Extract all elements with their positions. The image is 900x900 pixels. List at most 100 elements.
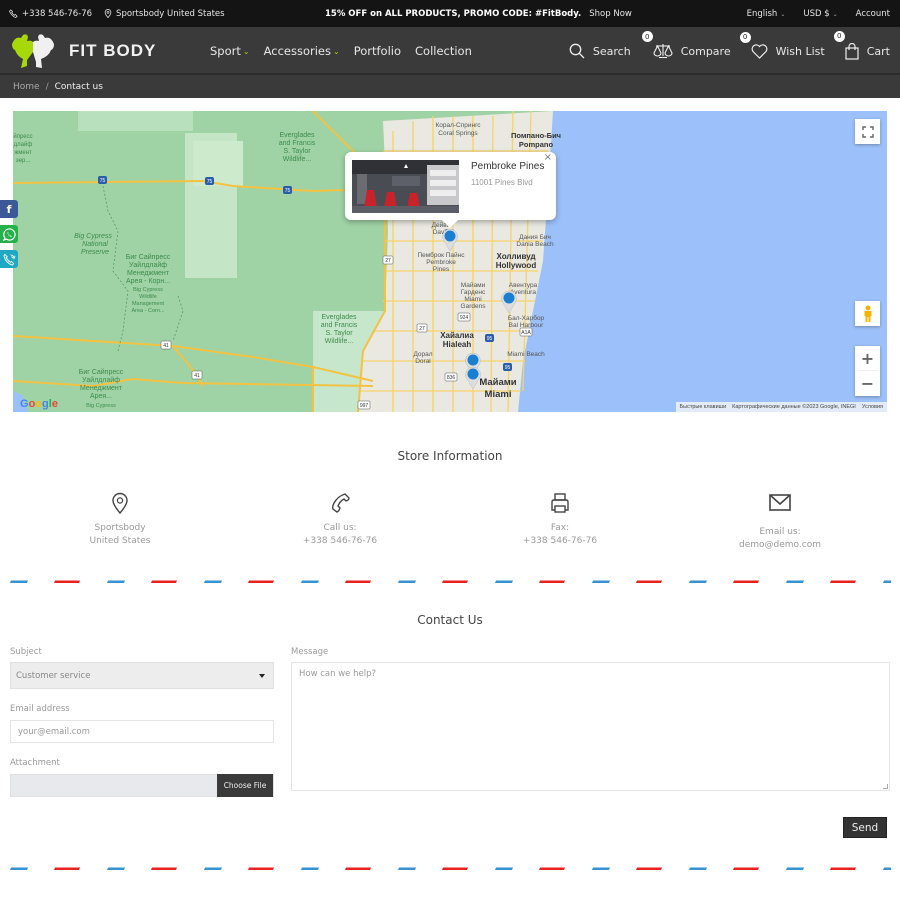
street-view-pegman[interactable] (855, 301, 880, 326)
terms-link[interactable]: Условия (862, 404, 883, 410)
airmail-dash-blue (786, 580, 804, 583)
nav-item-collection[interactable]: Collection (415, 44, 472, 58)
whatsapp-button[interactable] (0, 225, 18, 243)
topbar-phone-text: +338 546-76-76 (22, 8, 93, 19)
breadcrumb: Home / Contact us (0, 75, 900, 98)
shop-now-link[interactable]: Shop Now (589, 9, 632, 19)
shopping-bag-icon (845, 42, 859, 60)
promo-text: 15% OFF on ALL PRODUCTS, PROMO CODE: #Fi… (325, 8, 582, 19)
map-marker[interactable] (441, 228, 459, 252)
svg-text:Miami Beach: Miami Beach (507, 351, 545, 358)
svg-text:and Francis: and Francis (321, 322, 358, 329)
svg-text:Big Cypress: Big Cypress (86, 403, 116, 409)
nav-item-accessories[interactable]: Accessories ⌄ (264, 44, 340, 58)
svg-text:Area - Corn...: Area - Corn... (131, 308, 164, 314)
svg-text:95: 95 (505, 365, 511, 371)
svg-text:длайф: длайф (14, 141, 33, 148)
compare-label: Compare (680, 44, 731, 58)
currency-selector[interactable]: USD $ ⌄ (803, 9, 837, 19)
airmail-dash-red (442, 867, 468, 870)
logo[interactable]: FIT BODY (9, 32, 156, 70)
map-marker[interactable] (464, 366, 482, 390)
scales-icon (653, 44, 673, 59)
envelope-icon (769, 494, 791, 511)
airmail-divider (10, 580, 891, 583)
logo-text: FIT BODY (69, 41, 157, 60)
main-header: FIT BODY Sport ⌄ Accessories ⌄ Portfolio C… (0, 27, 900, 75)
airmail-dash-red (539, 580, 565, 583)
airmail-dash-blue (301, 867, 319, 870)
svg-text:Preserve: Preserve (81, 249, 109, 256)
airmail-dash-blue (398, 580, 416, 583)
airmail-dash-red (442, 580, 468, 583)
keyboard-shortcuts-link[interactable]: Быстрые клавиши (680, 404, 727, 410)
info-line1: Call us: (323, 523, 357, 533)
airmail-dash-red (733, 867, 759, 870)
attachment-input[interactable]: Choose File (10, 774, 274, 797)
zoom-out-button[interactable]: − (861, 371, 874, 396)
zoom-in-button[interactable]: + (857, 346, 878, 371)
airmail-dash-red (345, 867, 371, 870)
compare-button[interactable]: 0 Compare (640, 30, 731, 59)
airmail-dash-red (830, 867, 856, 870)
chevron-down-icon: ⌄ (332, 46, 340, 56)
info-line2[interactable]: +338 546-76-76 (230, 535, 450, 548)
svg-text:Dania Beach: Dania Beach (516, 241, 554, 248)
account-link[interactable]: Account (856, 9, 890, 19)
svg-text:75: 75 (285, 188, 291, 194)
store-info-address: Sportsbody United States (10, 492, 230, 547)
airmail-dash-red (248, 867, 274, 870)
svg-text:75: 75 (207, 179, 213, 185)
svg-text:Everglades: Everglades (321, 314, 357, 321)
facebook-button[interactable]: f (0, 200, 18, 218)
wishlist-label: Wish List (775, 44, 825, 58)
nav-label: Accessories (263, 44, 331, 58)
svg-text:Биг Сайпресс: Биг Сайпресс (126, 253, 171, 261)
svg-text:Бал-Харбор: Бал-Харбор (508, 314, 545, 322)
top-bar: +338 546-76-76 Sportsbody United States … (0, 0, 900, 27)
subject-select[interactable]: Customer service (10, 662, 274, 689)
cart-count-badge: 0 (832, 29, 846, 43)
google-logo[interactable]: Google (20, 398, 58, 410)
language-selector[interactable]: English ⌄ (747, 9, 786, 19)
subject-value: Customer service (16, 670, 91, 681)
info-line1: Sportsbody (94, 523, 146, 533)
airmail-dash-blue (495, 867, 513, 870)
svg-text:Pembroke: Pembroke (426, 259, 456, 266)
google-map[interactable]: 75 75 75 75 27 27 41 41 924 95 95 836 99… (13, 111, 887, 412)
currency-label: USD $ (803, 8, 830, 19)
svg-text:Wildlife...: Wildlife... (325, 338, 353, 345)
send-button[interactable]: Send (843, 817, 887, 838)
nav-item-sport[interactable]: Sport ⌄ (210, 44, 250, 58)
caret-down-icon (259, 674, 265, 678)
airmail-dash-red (151, 580, 177, 583)
nav-item-portfolio[interactable]: Portfolio (354, 44, 401, 58)
subject-label: Subject (10, 647, 42, 657)
svg-text:836: 836 (447, 375, 456, 381)
breadcrumb-home[interactable]: Home (13, 82, 40, 92)
message-textarea[interactable]: How can we help? (291, 662, 890, 791)
wishlist-button[interactable]: 0 Wish List (738, 30, 825, 59)
resize-handle[interactable] (883, 784, 888, 789)
choose-file-button[interactable]: Choose File (217, 774, 273, 797)
email-field[interactable]: your@email.com (10, 720, 274, 743)
close-icon[interactable]: × (544, 152, 552, 163)
topbar-phone[interactable]: +338 546-76-76 (9, 9, 92, 19)
cart-button[interactable]: 0 Cart (832, 29, 890, 60)
search-button[interactable]: Search (569, 43, 631, 59)
map-marker[interactable] (500, 290, 518, 314)
svg-text:Miami: Miami (464, 296, 481, 303)
message-label: Message (291, 647, 329, 657)
airmail-dash-red (636, 867, 662, 870)
callback-button[interactable] (0, 250, 18, 268)
email-link[interactable]: demo@demo.com (670, 539, 890, 552)
airmail-dash-red (248, 580, 274, 583)
svg-text:Холливуд: Холливуд (496, 252, 535, 261)
fullscreen-button[interactable] (855, 119, 880, 144)
svg-text:Hialeah: Hialeah (443, 340, 472, 349)
compare-count-badge: 0 (640, 30, 654, 43)
pegman-icon (864, 305, 871, 322)
svg-text:924: 924 (460, 315, 469, 321)
facebook-icon: f (6, 202, 12, 216)
airmail-dash-blue (10, 867, 28, 870)
